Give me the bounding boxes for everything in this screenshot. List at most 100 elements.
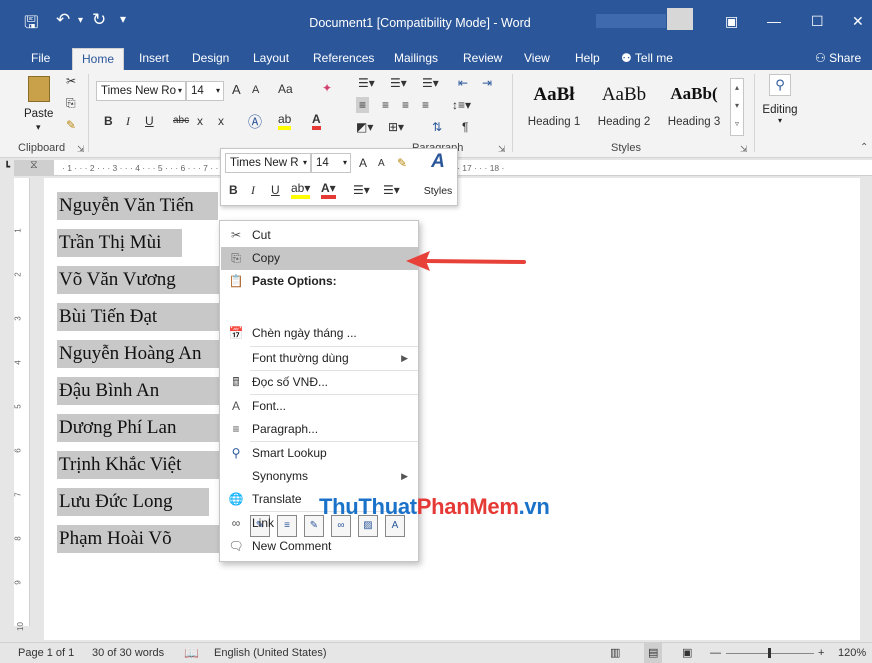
font-size-box[interactable]: 14 ▾ [186,81,224,101]
zoom-thumb[interactable] [768,648,771,658]
redo-icon[interactable]: ↻ [92,10,106,30]
cut-icon[interactable]: ✂ [66,74,76,88]
mini-bold-button[interactable]: B [229,183,238,197]
menu-item-new-comment[interactable]: 🗨 New Comment [221,535,418,558]
tab-mailings[interactable]: Mailings [385,48,447,70]
tab-home[interactable]: Home [72,48,125,70]
grow-font-icon[interactable]: A [359,156,367,170]
document-line[interactable]: Bùi Tiến Đạt [57,303,220,331]
style-heading-1[interactable]: AaBł Heading 1 [520,80,588,138]
zoom-in-icon[interactable]: + [818,643,824,663]
print-layout-icon[interactable]: ▤ [644,643,663,663]
undo-dropdown-icon[interactable]: ▾ [78,15,83,26]
tab-design[interactable]: Design [183,48,238,70]
menu-item-smart-lookup[interactable]: ⚲ Smart Lookup [221,442,418,465]
tab-references[interactable]: References [304,48,383,70]
italic-button[interactable]: I [126,114,130,129]
ribbon-display-options-icon[interactable]: ▣ [725,13,738,30]
shrink-font-button[interactable]: A [252,84,259,96]
maximize-icon[interactable]: ☐ [811,13,824,30]
tell-me-search[interactable]: ⚉ Tell me [612,48,682,70]
dialog-launcher-icon[interactable]: ⇲ [498,144,506,155]
document-line[interactable]: Đậu Bình An [57,377,220,405]
mini-font-color-icon[interactable]: A▾ [321,181,336,199]
mini-styles-button[interactable]: A Styles [421,151,455,203]
numbering-icon[interactable]: ☰▾ [390,76,407,90]
menu-item-font[interactable]: A Font... [221,395,418,418]
mini-underline-button[interactable]: U [271,183,280,197]
bullets-icon[interactable]: ☰▾ [358,76,375,90]
avatar[interactable] [667,8,693,30]
style-heading-2[interactable]: AaBb Heading 2 [590,80,658,138]
document-line[interactable]: Trịnh Khắc Việt [57,451,220,479]
save-icon[interactable]: 🖫 [24,10,38,39]
menu-item-font-format[interactable]: Font thường dùng ▶ [221,347,418,370]
shading-icon[interactable]: ◩▾ [356,120,373,134]
mini-bullets-icon[interactable]: ☰▾ [353,183,370,197]
tab-file[interactable]: File [22,48,59,70]
document-line[interactable]: Phạm Hoài Võ [57,525,220,553]
menu-item-cut[interactable]: ✂ Cut [221,224,418,247]
document-line[interactable]: Lưu Đức Long [57,488,209,516]
proofing-icon[interactable]: 📖 [184,643,199,663]
decrease-indent-icon[interactable]: ⇤ [458,76,468,90]
style-heading-3[interactable]: AaBb( Heading 3 [660,80,728,138]
font-color-icon[interactable]: A [312,112,321,130]
web-layout-icon[interactable]: ▣ [682,643,692,663]
bold-button[interactable]: B [104,114,113,128]
sort-icon[interactable]: ⇅ [432,120,442,134]
close-icon[interactable]: ✕ [852,13,864,30]
multilevel-list-icon[interactable]: ☰▾ [422,76,439,90]
tab-review[interactable]: Review [454,48,511,70]
shrink-font-icon[interactable]: A [378,158,385,169]
copy-icon[interactable]: ⎘ [66,96,76,111]
zoom-out-icon[interactable]: — [710,643,721,663]
tab-layout[interactable]: Layout [244,48,298,70]
user-name-box[interactable] [596,14,666,28]
strikethrough-button[interactable]: abc [173,115,189,126]
tab-selector[interactable]: ┗ [0,160,14,176]
text-effects-icon[interactable]: Ⓐ [248,112,262,132]
mini-numbering-icon[interactable]: ☰▾ [383,183,400,197]
mini-font-size-box[interactable]: 14 ▾ [311,153,351,173]
superscript-button[interactable]: x [218,114,224,128]
line-spacing-icon[interactable]: ↕≡▾ [452,98,471,112]
read-mode-icon[interactable]: ▥ [610,643,620,663]
tab-help[interactable]: Help [566,48,609,70]
vertical-ruler[interactable]: 1 2 3 4 5 6 7 8 9 10 [14,178,30,631]
clear-formatting-icon[interactable]: ✦ [322,81,332,95]
language[interactable]: English (United States) [214,643,327,663]
dialog-launcher-icon[interactable]: ⇲ [740,144,748,155]
align-center-icon[interactable]: ≡ [382,98,389,112]
page-count[interactable]: Page 1 of 1 [18,643,74,663]
subscript-button[interactable]: x [197,114,203,128]
menu-item-paragraph[interactable]: ≡ Paragraph... [221,418,418,441]
styles-scroll[interactable]: ▴ ▾ ▿ [730,78,744,136]
menu-item-synonyms[interactable]: Synonyms ▶ [221,465,418,488]
document-line[interactable]: Trần Thị Mùi [57,229,182,257]
menu-item-insert-date[interactable]: 📅 Chèn ngày tháng ... [221,322,418,345]
show-marks-icon[interactable]: ¶ [462,120,468,134]
collapse-ribbon-icon[interactable]: ⌃ [860,142,868,153]
document-line[interactable]: Nguyễn Hoàng An [57,340,220,368]
zoom-level[interactable]: 120% [838,643,866,663]
mini-italic-button[interactable]: I [251,183,255,198]
editing-button[interactable]: ⚲ Editing ▾ [760,74,800,136]
align-left-icon[interactable]: ≡ [356,97,370,113]
format-painter-icon[interactable]: ✎ [397,156,407,170]
menu-item-copy[interactable]: ⎘ Copy [221,247,418,270]
word-count[interactable]: 30 of 30 words [92,643,164,663]
tab-view[interactable]: View [515,48,559,70]
underline-button[interactable]: U [145,114,154,128]
document-line[interactable]: Nguyễn Văn Tiến [57,192,218,220]
customize-qat-icon[interactable]: ▾ [120,12,126,26]
borders-icon[interactable]: ⊞▾ [388,120,404,134]
indent-marker-icon[interactable]: ⧖ [30,159,38,172]
align-right-icon[interactable]: ≡ [402,98,409,112]
tab-insert[interactable]: Insert [130,48,178,70]
change-case-button[interactable]: Aa [278,82,293,96]
font-name-box[interactable]: Times New Ro ▾ [96,81,186,101]
menu-item-read-vnd[interactable]: 🖩 Đọc số VNĐ... [221,371,418,394]
undo-icon[interactable]: ↶ [56,10,70,30]
document-line[interactable]: Võ Văn Vương [57,266,220,294]
